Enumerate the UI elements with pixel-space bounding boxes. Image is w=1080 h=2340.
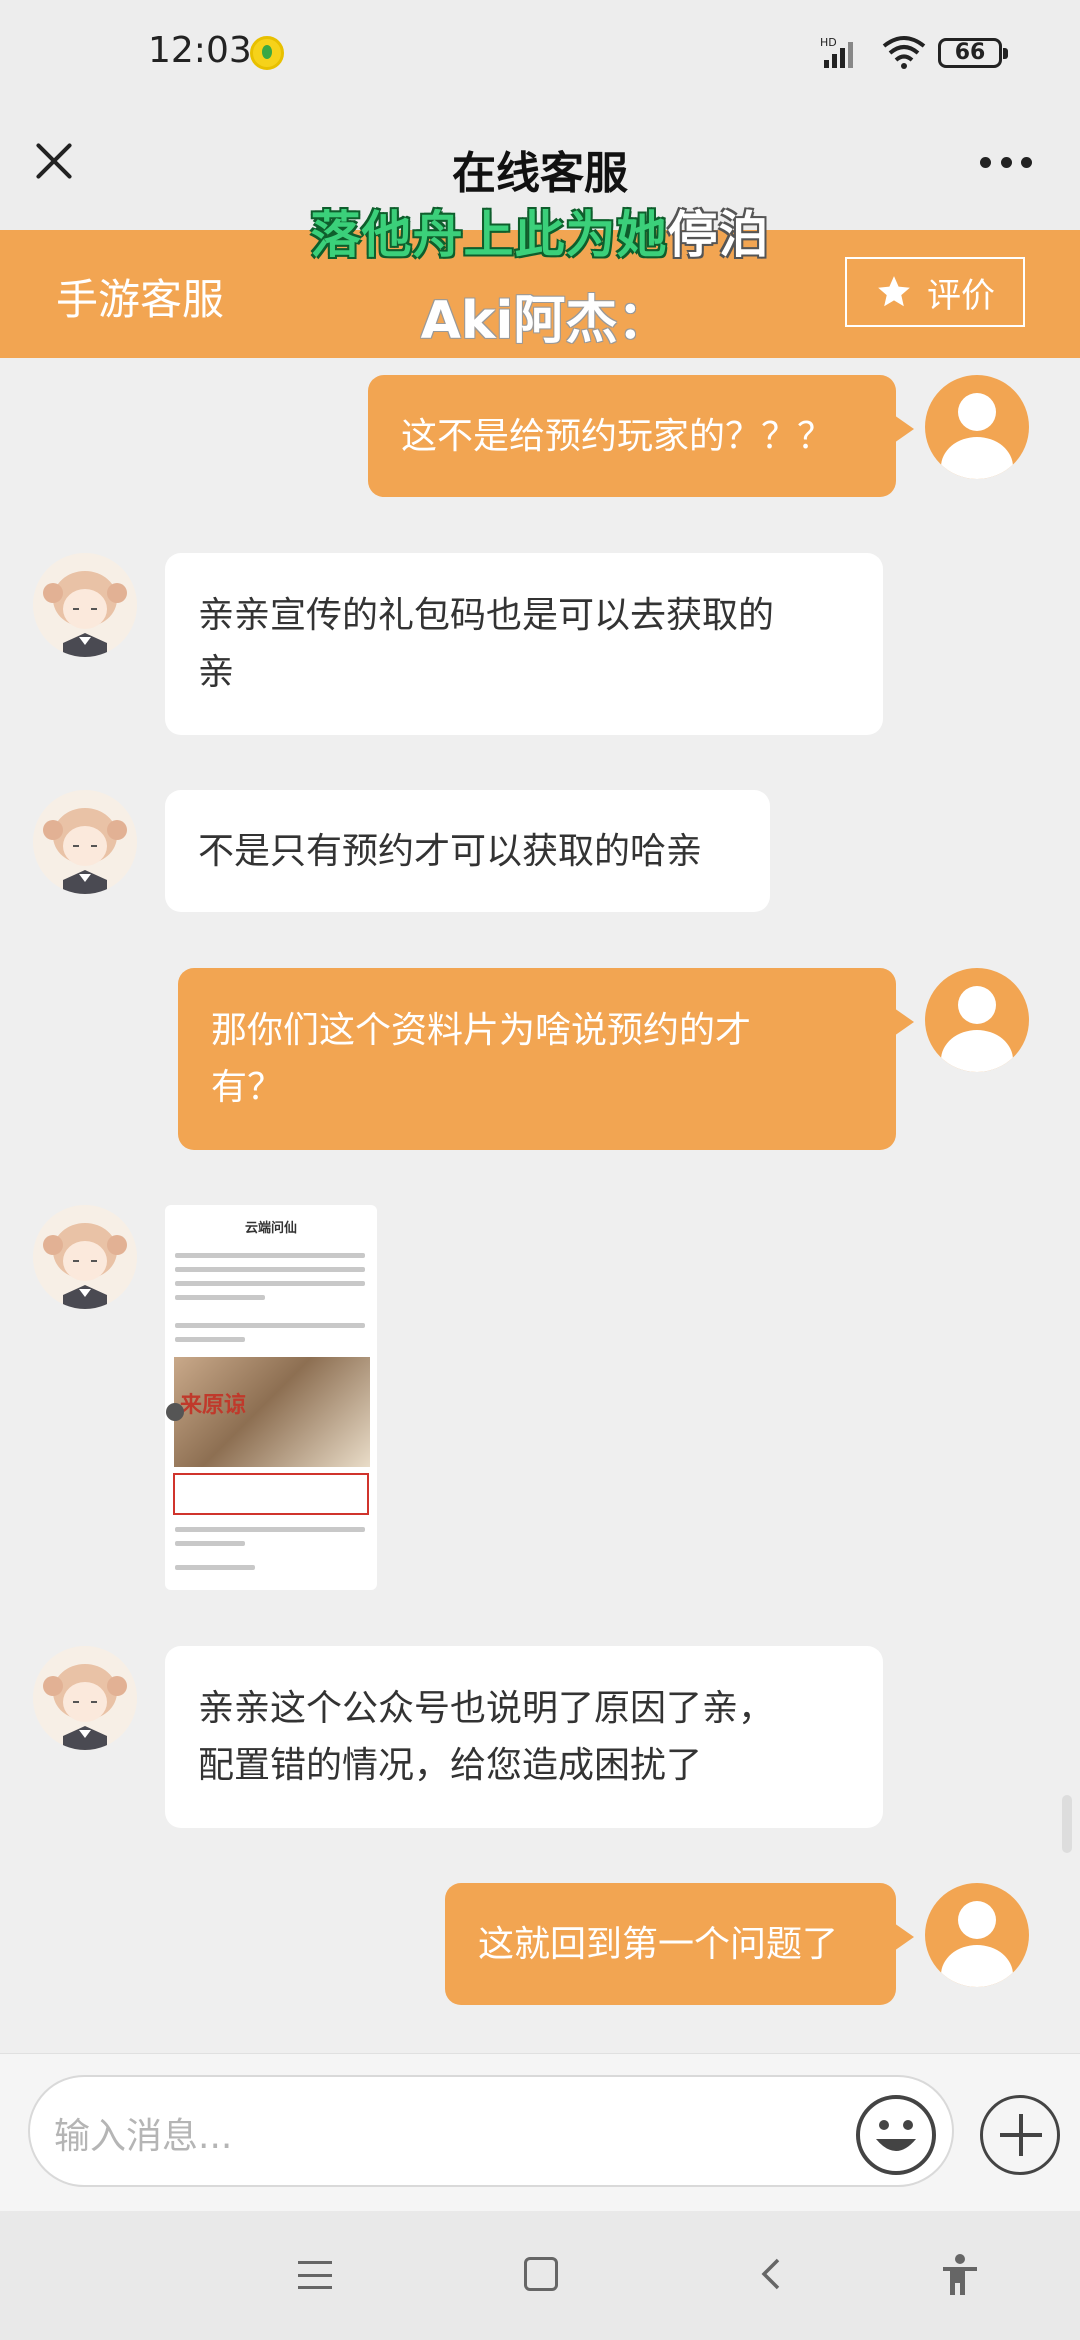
message-input-placeholder: 输入消息...: [54, 2116, 233, 2157]
home-icon[interactable]: [524, 2257, 558, 2291]
message-text-line2: 有？: [211, 1067, 284, 1108]
message-bubble-user: 那你们这个资料片为啥说预约的才 有？: [178, 968, 914, 1150]
agent-avatar[interactable]: [33, 1205, 137, 1309]
plus-icon[interactable]: [980, 2095, 1060, 2175]
message-text: 这不是给预约玩家的？？？: [401, 415, 834, 457]
message-bubble-agent: 亲亲这个公众号也说明了原因了亲， 配置错的情况，给您造成困扰了: [165, 1646, 883, 1828]
thumbnail-text-line: [175, 1267, 365, 1272]
more-icon[interactable]: [980, 157, 1032, 171]
message-bubble-agent: 亲亲宣传的礼包码也是可以去获取的 亲: [165, 553, 883, 735]
thumbnail-text-line: [175, 1323, 365, 1328]
battery-indicator: 66: [938, 38, 1008, 68]
caption-part2: 停泊: [667, 206, 770, 264]
chat-area[interactable]: 这不是给预约玩家的？？？ 亲亲宣传的礼包码也是可以去获取的 亲 不是只有预约才可…: [0, 358, 1080, 2053]
status-bar: 12:03 HD 66: [0, 0, 1080, 105]
system-nav-bar: [0, 2211, 1080, 2340]
thumbnail-banner-text: 来原谅: [180, 1393, 247, 1418]
agent-name: Aki阿杰：: [420, 291, 670, 351]
message-input[interactable]: 输入消息...: [28, 2075, 954, 2187]
agent-avatar[interactable]: [33, 790, 137, 894]
thumbnail-title: 云端问仙: [244, 1221, 297, 1236]
thumbnail-text-line: [175, 1295, 265, 1300]
thumbnail-text-line: [175, 1527, 365, 1532]
menu-icon[interactable]: [298, 2261, 332, 2289]
message-bubble-user: 这不是给预约玩家的？？？: [368, 375, 914, 497]
back-icon[interactable]: [756, 2257, 786, 2291]
message-text: 这就回到第一个问题了: [478, 1923, 839, 1965]
music-app-icon: [250, 36, 284, 70]
status-time: 12:03: [148, 30, 252, 71]
user-avatar[interactable]: [925, 375, 1029, 479]
scrollbar[interactable]: [1062, 1795, 1072, 1853]
anime-avatar-icon: [33, 553, 137, 657]
agent-avatar[interactable]: [33, 1646, 137, 1750]
agent-avatar[interactable]: [33, 553, 137, 657]
anime-avatar-icon: [33, 790, 137, 894]
chevron-left-icon: [166, 1403, 184, 1421]
message-bubble-agent: 不是只有预约才可以获取的哈亲: [165, 790, 770, 912]
page-title: 在线客服: [452, 148, 628, 199]
message-text-line2: 配置错的情况，给您造成困扰了: [198, 1745, 703, 1786]
thumbnail-banner: 来原谅: [174, 1357, 370, 1467]
overlay-caption: 落他舟上此为她停泊: [0, 195, 1080, 267]
message-text-line1: 亲亲这个公众号也说明了原因了亲，: [198, 1688, 775, 1729]
network-label: HD: [820, 36, 837, 49]
message-bubble-user: 这就回到第一个问题了: [445, 1883, 914, 2005]
thumbnail-text-line: [175, 1281, 365, 1286]
message-image-thumbnail[interactable]: 云端问仙 来原谅: [165, 1205, 377, 1590]
message-text-line2: 亲: [198, 652, 235, 693]
anime-avatar-icon: [33, 1646, 137, 1750]
wifi-icon: [882, 36, 926, 69]
user-avatar[interactable]: [925, 968, 1029, 1072]
emoji-face-icon: [876, 2120, 916, 2151]
message-text-line1: 那你们这个资料片为啥说预约的才: [211, 1010, 752, 1051]
accessibility-icon[interactable]: [940, 2253, 980, 2297]
message-text: 不是只有预约才可以获取的哈亲: [198, 830, 703, 872]
anime-avatar-icon: [33, 1205, 137, 1309]
user-avatar[interactable]: [925, 1883, 1029, 1987]
thumbnail-highlight-box: [173, 1473, 369, 1515]
thumbnail-text-line: [175, 1541, 245, 1546]
signal-icon: HD: [820, 36, 853, 68]
thumbnail-text-line: [175, 1565, 255, 1570]
caption-part1: 落他舟上此为她: [310, 206, 668, 264]
message-text-line1: 亲亲宣传的礼包码也是可以去获取的: [198, 595, 775, 636]
thumbnail-text-line: [175, 1253, 365, 1258]
thumbnail-text-line: [175, 1337, 245, 1342]
emoji-icon[interactable]: [856, 2095, 936, 2175]
